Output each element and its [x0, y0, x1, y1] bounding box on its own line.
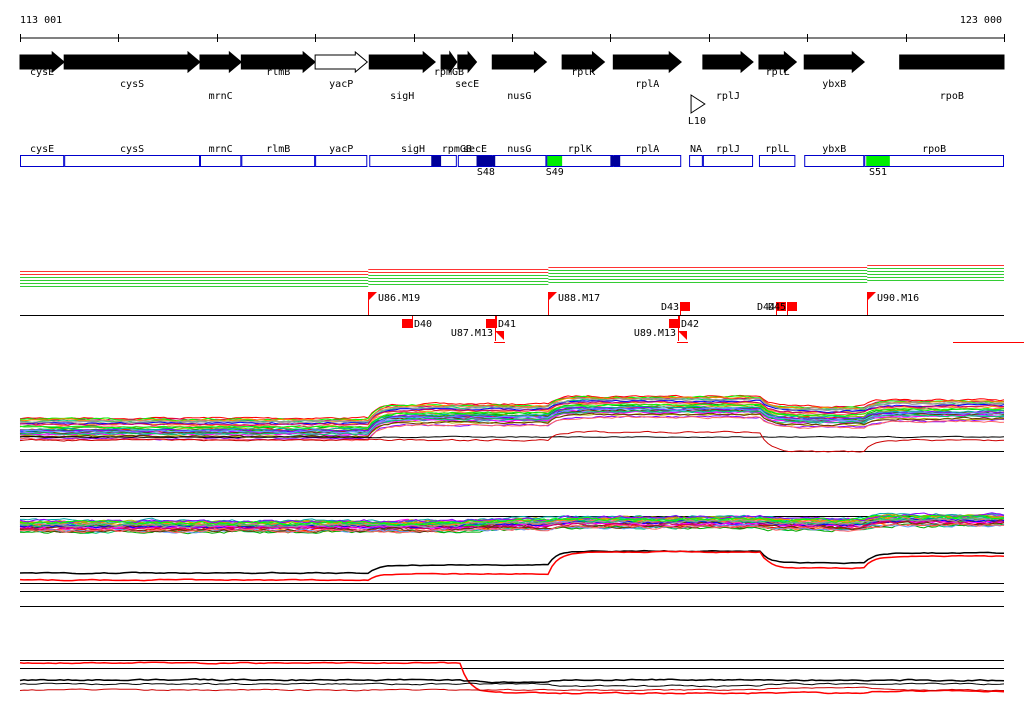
- feature-label: U89.M13: [634, 328, 676, 339]
- segment-mark: [547, 156, 563, 166]
- segment-label: rpoB: [922, 144, 946, 155]
- gene-label: rlmB: [266, 67, 290, 78]
- segment-label: nusG: [507, 144, 531, 155]
- feature-marker-track: U86.M19 U88.M17 U90.M16D43 D44D45D40 D41U87.…: [368, 292, 919, 343]
- segment-label: ybxB: [822, 144, 846, 155]
- feature-block: [402, 319, 412, 328]
- gene-label: cysE: [30, 67, 54, 78]
- segment-mark-label: S49: [546, 167, 564, 178]
- segment-label: rplJ: [716, 144, 740, 155]
- segment-mark-label: S48: [477, 167, 495, 178]
- small-feature-arrow: [690, 94, 706, 114]
- segment-mark: [866, 156, 890, 166]
- signal-track-1: [19, 394, 1005, 453]
- feature-label: D40: [414, 319, 432, 330]
- feature-label: U90.M16: [877, 293, 919, 304]
- segment-label: cysS: [120, 144, 144, 155]
- signal-line: [19, 549, 1005, 575]
- gene-arrow: [457, 50, 478, 74]
- gene-label: mrnC: [209, 91, 233, 102]
- gene-label: nusG: [507, 91, 531, 102]
- gene-track: cysEcysSmrnCrlmByacPsigHrpmGBsecEnusGrpl…: [19, 50, 1005, 127]
- segment-box: [241, 155, 316, 167]
- feature-flag: [867, 292, 876, 301]
- gene-label: rpoB: [940, 91, 964, 102]
- segment-label: rlmB: [266, 144, 290, 155]
- segment-box-track: cysE cysS mrnC rlmB yacP sigH rpmGBsecE nusG rpl…: [20, 144, 1004, 178]
- signal-line: [19, 682, 1005, 688]
- feature-label: U88.M17: [558, 293, 600, 304]
- segment-label: yacP: [329, 144, 353, 155]
- segment-box: [804, 155, 865, 167]
- segment-box: [20, 155, 65, 167]
- gene-arrow: [63, 50, 201, 74]
- gene-arrow: [491, 50, 548, 74]
- signal-line: [19, 661, 1005, 695]
- segment-label: sigH: [401, 144, 425, 155]
- segment-box: [613, 155, 682, 167]
- gene-label: rplA: [635, 79, 659, 90]
- gene-label: ybxB: [822, 79, 846, 90]
- segment-mark-label: S51: [869, 167, 887, 178]
- segment-label: rplA: [635, 144, 659, 155]
- signal-track-2: [19, 508, 1005, 607]
- coord-start-label: 113 001: [20, 15, 62, 26]
- signal-line: [19, 678, 1005, 684]
- segment-label: cysE: [30, 144, 54, 155]
- segment-box: [64, 155, 200, 167]
- feature-block: [680, 302, 690, 311]
- segment-box: [689, 155, 703, 167]
- gene-arrow: [899, 54, 1005, 70]
- segment-box: [492, 155, 547, 167]
- segment-box: [758, 155, 796, 167]
- feature-flag: [678, 331, 687, 340]
- signal-line: [19, 686, 1004, 692]
- segment-mark: [476, 156, 496, 166]
- gene-label: rplL: [766, 67, 790, 78]
- feature-block: [669, 319, 679, 328]
- gene-label: rplK: [571, 67, 595, 78]
- segment-label: rplL: [765, 144, 789, 155]
- segment-box: [199, 155, 242, 167]
- lane-lines-track: [20, 265, 1024, 343]
- segment-label: rplK: [568, 144, 592, 155]
- segment-box: [702, 155, 754, 167]
- gene-label: rplJ: [716, 91, 740, 102]
- gene-label: sigH: [390, 91, 414, 102]
- segment-mark: [431, 156, 442, 166]
- feature-label: D43: [661, 302, 679, 313]
- coordinate-ruler: [20, 34, 1005, 42]
- feature-flag: [548, 292, 557, 301]
- feature-block: [486, 319, 496, 328]
- gene-label: cysS: [120, 79, 144, 90]
- segment-box: [369, 155, 457, 167]
- feature-label: U87.M13: [451, 328, 493, 339]
- segment-label: mrnC: [209, 144, 233, 155]
- coord-end-label: 123 000: [960, 15, 1002, 26]
- gene-arrow: [803, 50, 866, 74]
- feature-flag: [495, 331, 504, 340]
- gene-arrow: [368, 50, 436, 74]
- segment-label: NA: [690, 144, 702, 155]
- feature-label: U86.M19: [378, 293, 420, 304]
- gene-arrow: [314, 50, 369, 74]
- feature-label: D42: [681, 319, 699, 330]
- gene-arrow: [612, 50, 682, 74]
- gene-arrow: [199, 50, 243, 74]
- feature-label: D45: [768, 302, 786, 313]
- feature-block: [787, 302, 797, 311]
- small-feature-label: L10: [688, 116, 706, 127]
- segment-label: secE: [463, 144, 487, 155]
- gene-label: yacP: [329, 79, 353, 90]
- segment-box: [315, 155, 368, 167]
- feature-flag: [368, 292, 377, 301]
- gene-label: secE: [455, 79, 479, 90]
- track-canvas: 113 001 123 000 cysE cysS mrnC rlmB yacP sigH…: [19, 15, 1024, 695]
- gene-arrow: [702, 50, 754, 74]
- signal-track-3: [19, 660, 1005, 695]
- genome-browser-view: 113 001 123 000 cysE cysS mrnC rlmB yacP sigH…: [0, 0, 1024, 714]
- segment-mark: [610, 156, 621, 166]
- feature-label: D41: [498, 319, 516, 330]
